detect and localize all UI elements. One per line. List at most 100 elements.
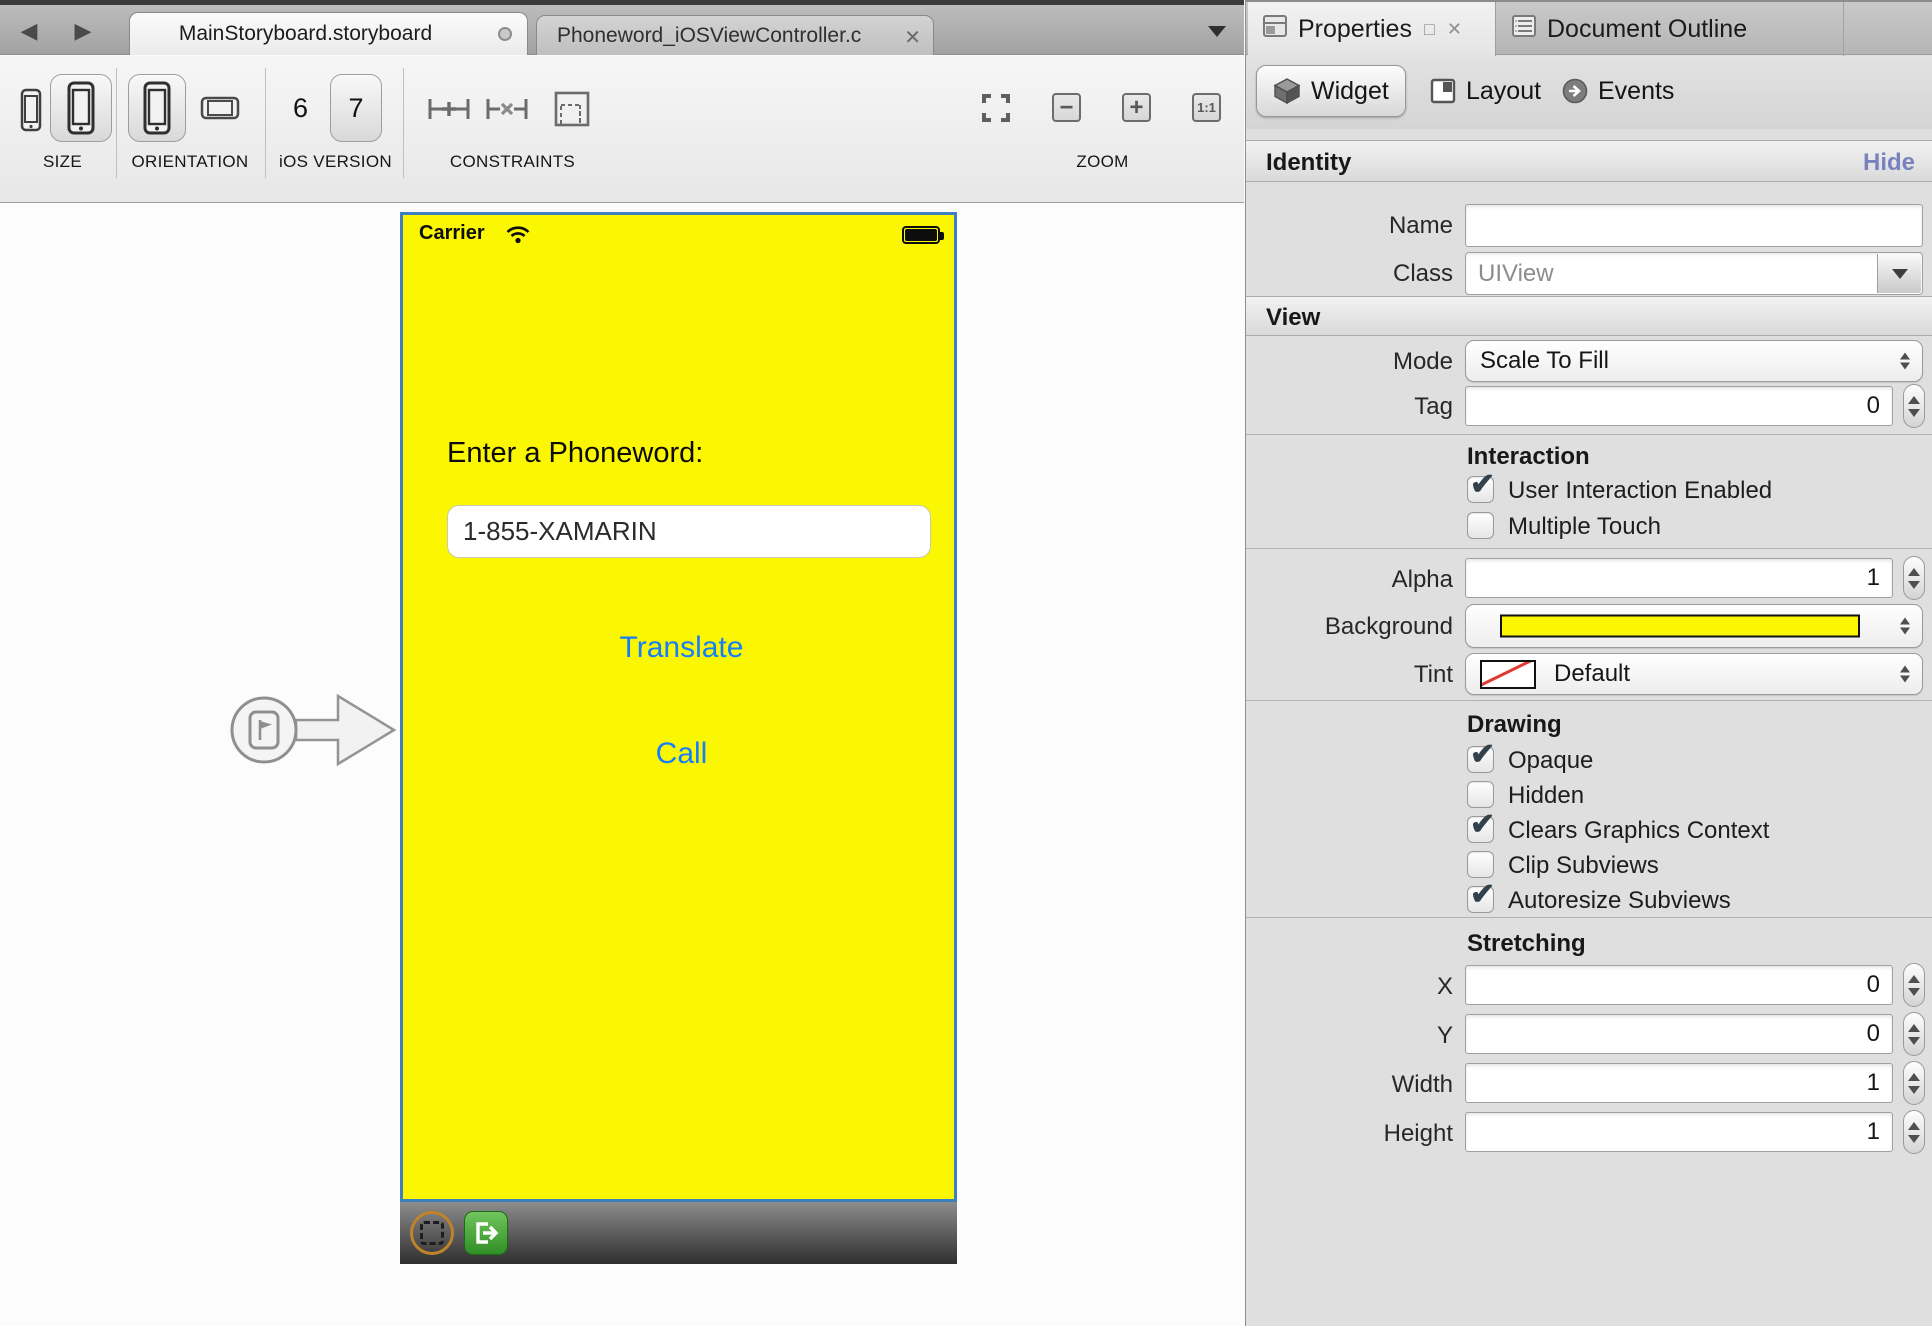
size-iphone35-button[interactable]: [20, 88, 42, 132]
checkbox-opaque[interactable]: [1467, 746, 1494, 773]
phoneword-text-field[interactable]: 1-855-XAMARIN: [447, 505, 931, 558]
ios-version-6-button[interactable]: 6: [293, 93, 308, 124]
checkbox-label: Clip Subviews: [1508, 852, 1659, 880]
constraint-add-width-button[interactable]: [426, 94, 472, 124]
stretch-width-label: Width: [1246, 1071, 1453, 1099]
size-iphone4-button-selected[interactable]: [50, 74, 112, 142]
tag-stepper[interactable]: [1903, 384, 1925, 428]
zoom-out-button[interactable]: −: [1052, 93, 1081, 122]
inspector-tab-bar: Properties □ ✕ Document Outline: [1246, 0, 1932, 55]
constraint-size-button[interactable]: [552, 89, 592, 129]
phoneword-prompt-label[interactable]: Enter a Phoneword:: [447, 437, 703, 470]
drawing-title: Drawing: [1467, 711, 1562, 739]
class-dropdown-button[interactable]: [1877, 254, 1921, 293]
name-label: Name: [1246, 212, 1453, 240]
tag-field[interactable]: 0: [1465, 386, 1893, 426]
tab-close-icon[interactable]: ✕: [904, 25, 921, 50]
exit-segue-icon[interactable]: [464, 1211, 508, 1255]
tab-viewcontroller[interactable]: Phoneword_iOSViewController.c ✕: [536, 15, 934, 55]
close-icon[interactable]: ✕: [1447, 19, 1462, 40]
mode-tab-layout[interactable]: Layout: [1414, 65, 1557, 117]
checkbox-label: User Interaction Enabled: [1508, 477, 1772, 505]
updown-arrows-icon: [1900, 353, 1910, 370]
zoom-actual-size-button[interactable]: 1:1: [1192, 93, 1221, 122]
call-button[interactable]: Call: [403, 737, 960, 771]
mode-tab-widget[interactable]: Widget: [1256, 65, 1406, 117]
nav-forward-button[interactable]: ▶: [66, 15, 100, 47]
checkbox-multiple-touch[interactable]: [1467, 512, 1494, 539]
zoom-fullscreen-button[interactable]: [980, 92, 1012, 124]
orientation-landscape-button[interactable]: [200, 96, 240, 120]
translate-button[interactable]: Translate: [403, 631, 960, 665]
orientation-group-label: ORIENTATION: [110, 152, 270, 176]
stretch-x-label: X: [1246, 973, 1453, 1001]
storyboard-editor: ◀ ▶ MainStoryboard.storyboard Phoneword_…: [0, 0, 1244, 1326]
mode-tab-label: Events: [1598, 77, 1674, 106]
tab-properties[interactable]: Properties □ ✕: [1248, 2, 1496, 57]
constraint-remove-button[interactable]: [484, 94, 530, 124]
alpha-stepper[interactable]: [1903, 556, 1925, 600]
uiview-root[interactable]: Carrier Enter a Phoneword: 1-855-XAMARIN…: [400, 212, 957, 1202]
tab-modified-indicator-icon: [498, 27, 512, 41]
checkbox-label: Multiple Touch: [1508, 513, 1661, 541]
identity-section-header: Identity Hide: [1246, 140, 1932, 182]
checkbox-hidden[interactable]: [1467, 781, 1494, 808]
class-label: Class: [1246, 260, 1453, 288]
events-icon: [1562, 78, 1588, 104]
tint-dropdown[interactable]: Default: [1465, 653, 1923, 695]
stretch-y-field[interactable]: 0: [1465, 1014, 1893, 1054]
toolbar-separator: [403, 68, 404, 178]
background-color-swatch: [1500, 615, 1860, 638]
section-divider: [1246, 434, 1932, 435]
tint-label: Tint: [1246, 661, 1453, 689]
name-field[interactable]: [1465, 204, 1923, 247]
design-canvas[interactable]: Carrier Enter a Phoneword: 1-855-XAMARIN…: [0, 204, 1244, 1326]
background-color-dropdown[interactable]: [1465, 604, 1923, 648]
section-divider: [1246, 700, 1932, 701]
section-divider: [1246, 548, 1932, 549]
tab-mainstoryboard[interactable]: MainStoryboard.storyboard: [129, 12, 528, 55]
stretch-y-stepper[interactable]: [1903, 1012, 1925, 1056]
stretch-height-stepper[interactable]: [1903, 1110, 1925, 1154]
checkbox-label: Opaque: [1508, 747, 1593, 775]
tab-document-outline[interactable]: Document Outline: [1497, 2, 1844, 57]
tab-label: MainStoryboard.storyboard: [179, 22, 432, 46]
zoom-in-button[interactable]: +: [1122, 93, 1151, 122]
stretch-width-field[interactable]: 1: [1465, 1063, 1893, 1103]
mode-dropdown[interactable]: Scale To Fill: [1465, 340, 1923, 382]
inspector-mode-bar: Widget Layout Events: [1246, 56, 1932, 129]
ios-version-7-button-selected[interactable]: 7: [330, 74, 382, 142]
stretch-x-stepper[interactable]: [1903, 963, 1925, 1007]
view-section-header: View: [1246, 296, 1932, 336]
dock-icon[interactable]: □: [1424, 19, 1435, 40]
checkbox-label: Hidden: [1508, 782, 1584, 810]
stretch-height-label: Height: [1246, 1120, 1453, 1148]
tag-label: Tag: [1246, 393, 1453, 421]
class-combo[interactable]: UIView: [1465, 252, 1923, 295]
checkbox-clip-subviews[interactable]: [1467, 851, 1494, 878]
orientation-portrait-button-selected[interactable]: [128, 74, 186, 142]
mode-tab-events[interactable]: Events: [1546, 65, 1690, 117]
initial-viewcontroller-arrow[interactable]: [222, 686, 404, 774]
carrier-label: Carrier: [419, 222, 485, 245]
ios-version-group-label: iOS VERSION: [263, 152, 408, 176]
updown-arrows-icon: [1900, 618, 1910, 635]
stretch-x-field[interactable]: 0: [1465, 965, 1893, 1005]
alpha-field[interactable]: 1: [1465, 558, 1893, 598]
checkbox-clears-graphics-context[interactable]: [1467, 816, 1494, 843]
stretch-width-stepper[interactable]: [1903, 1061, 1925, 1105]
checkbox-autoresize-subviews[interactable]: [1467, 886, 1494, 913]
designer-toolbar: SIZE ORIENTATION 6 7 iOS VE: [0, 56, 1244, 203]
document-outline-icon: [1511, 14, 1537, 45]
nav-back-button[interactable]: ◀: [12, 15, 46, 47]
tab-overflow-caret-icon[interactable]: [1208, 26, 1226, 37]
document-tab-bar: ◀ ▶ MainStoryboard.storyboard Phoneword_…: [0, 5, 1244, 55]
wifi-icon: [505, 224, 531, 249]
stretch-height-field[interactable]: 1: [1465, 1112, 1893, 1152]
checkbox-user-interaction-enabled[interactable]: [1467, 476, 1494, 503]
hide-link[interactable]: Hide: [1863, 149, 1915, 177]
viewcontroller-dock-bar: [400, 1202, 957, 1264]
chevron-down-icon: [1892, 269, 1908, 279]
ios-designer-window: ◀ ▶ MainStoryboard.storyboard Phoneword_…: [0, 0, 1932, 1326]
viewcontroller-icon[interactable]: [410, 1211, 454, 1255]
